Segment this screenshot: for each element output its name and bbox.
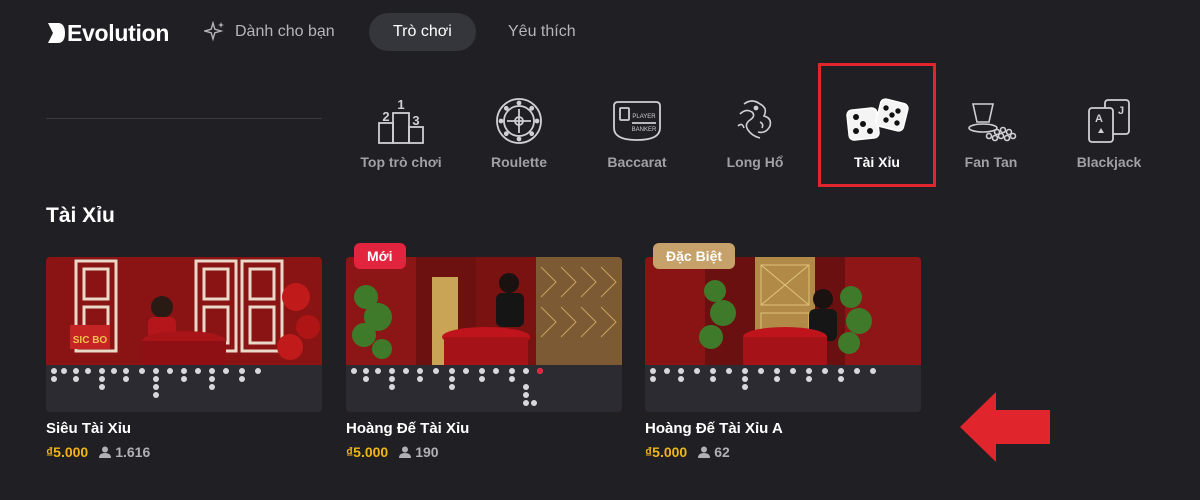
category-label: Long Hổ	[726, 154, 784, 170]
min-bet: ₫5.000	[346, 444, 389, 460]
podium-icon: 1 2 3	[378, 97, 424, 144]
game-card-hoang-de-tai-xiu-a[interactable]: Đặc Biệt Hoàng Đế Tài Xỉu A ₫5.000 62	[645, 243, 921, 465]
category-label: Baccarat	[607, 154, 667, 170]
svg-text:A: A	[1095, 113, 1103, 125]
category-label: Fan Tan	[964, 154, 1018, 170]
player-count-value: 1.616	[115, 444, 151, 460]
tab-label: Trò chơi	[393, 23, 452, 40]
fan-tan-icon	[968, 103, 1017, 142]
player-count: 1.616	[98, 444, 150, 460]
game-meta: ₫5.000 1.616	[46, 444, 150, 460]
min-bet: ₫5.000	[46, 444, 89, 460]
dragon-tiger-icon	[737, 100, 772, 139]
tab-games[interactable]: Trò chơi	[369, 13, 476, 51]
game-card-sieu-tai-xiu[interactable]: SIC BO Siêu Tài Xỉu ₫5.000 1.616	[46, 257, 322, 465]
svg-text:SIC BO: SIC BO	[73, 335, 108, 346]
category-fan-tan[interactable]: Fan Tan	[936, 92, 1046, 182]
badge-special: Đặc Biệt	[653, 243, 736, 269]
category-label: Roulette	[491, 154, 547, 170]
min-bet: ₫5.000	[645, 444, 688, 460]
category-top-games[interactable]: 1 2 3 Top trò chơi	[346, 92, 456, 182]
section-title: Tài Xỉu	[46, 204, 115, 227]
svg-text:J: J	[1118, 105, 1124, 117]
category-label: Top trò chơi	[360, 154, 442, 170]
svg-text:BANKER: BANKER	[632, 127, 657, 133]
game-meta: ₫5.000 62	[645, 444, 730, 460]
player-count-value: 190	[415, 444, 439, 460]
brand-name: Evolution	[67, 19, 170, 46]
user-icon	[99, 446, 112, 458]
top-bar: Evolution Dành cho bạn Trò chơi Yêu thíc…	[0, 0, 1200, 66]
baccarat-table-icon: PLAYER BANKER	[613, 101, 661, 141]
tab-for-you[interactable]: Dành cho bạn	[204, 13, 335, 51]
user-icon	[399, 446, 412, 458]
category-blackjack[interactable]: A J Blackjack	[1054, 92, 1164, 182]
game-title: Siêu Tài Xỉu	[46, 420, 132, 437]
tab-label: Yêu thích	[508, 23, 576, 40]
game-meta: ₫5.000 190	[346, 444, 439, 460]
player-count-value: 62	[714, 444, 730, 460]
category-roulette[interactable]: Roulette	[464, 92, 574, 182]
tab-favorites[interactable]: Yêu thích	[508, 13, 576, 51]
category-baccarat[interactable]: PLAYER BANKER Baccarat	[582, 92, 692, 182]
badge-new: Mới	[354, 243, 406, 269]
player-count: 62	[697, 444, 730, 460]
sparkle-icon	[204, 21, 224, 42]
playing-cards-icon: A J	[1088, 99, 1130, 143]
evolution-logo-icon	[48, 23, 65, 43]
selected-category-highlight	[818, 63, 936, 187]
player-count: 190	[398, 444, 439, 460]
user-icon	[698, 446, 711, 458]
svg-text:PLAYER: PLAYER	[632, 114, 656, 120]
game-thumbnail	[346, 257, 622, 412]
game-card-hoang-de-tai-xiu[interactable]: Mới Hoàng Đế Tài Xỉu ₫5.000 190	[346, 243, 622, 465]
category-label: Blackjack	[1076, 154, 1142, 170]
game-title: Hoàng Đế Tài Xỉu	[346, 420, 470, 437]
game-title: Hoàng Đế Tài Xỉu A	[645, 420, 783, 437]
svg-text:1: 1	[397, 97, 404, 112]
divider	[46, 118, 322, 119]
category-dragon-tiger[interactable]: Long Hổ	[700, 92, 810, 182]
svg-text:3: 3	[412, 113, 419, 128]
game-thumbnail	[645, 257, 921, 412]
brand-logo[interactable]: Evolution	[46, 20, 169, 46]
tab-label: Dành cho bạn	[235, 23, 335, 40]
svg-text:2: 2	[382, 109, 389, 124]
roulette-wheel-icon	[496, 98, 542, 144]
game-thumbnail: SIC BO	[46, 257, 322, 412]
left-arrow-icon	[960, 392, 1050, 462]
